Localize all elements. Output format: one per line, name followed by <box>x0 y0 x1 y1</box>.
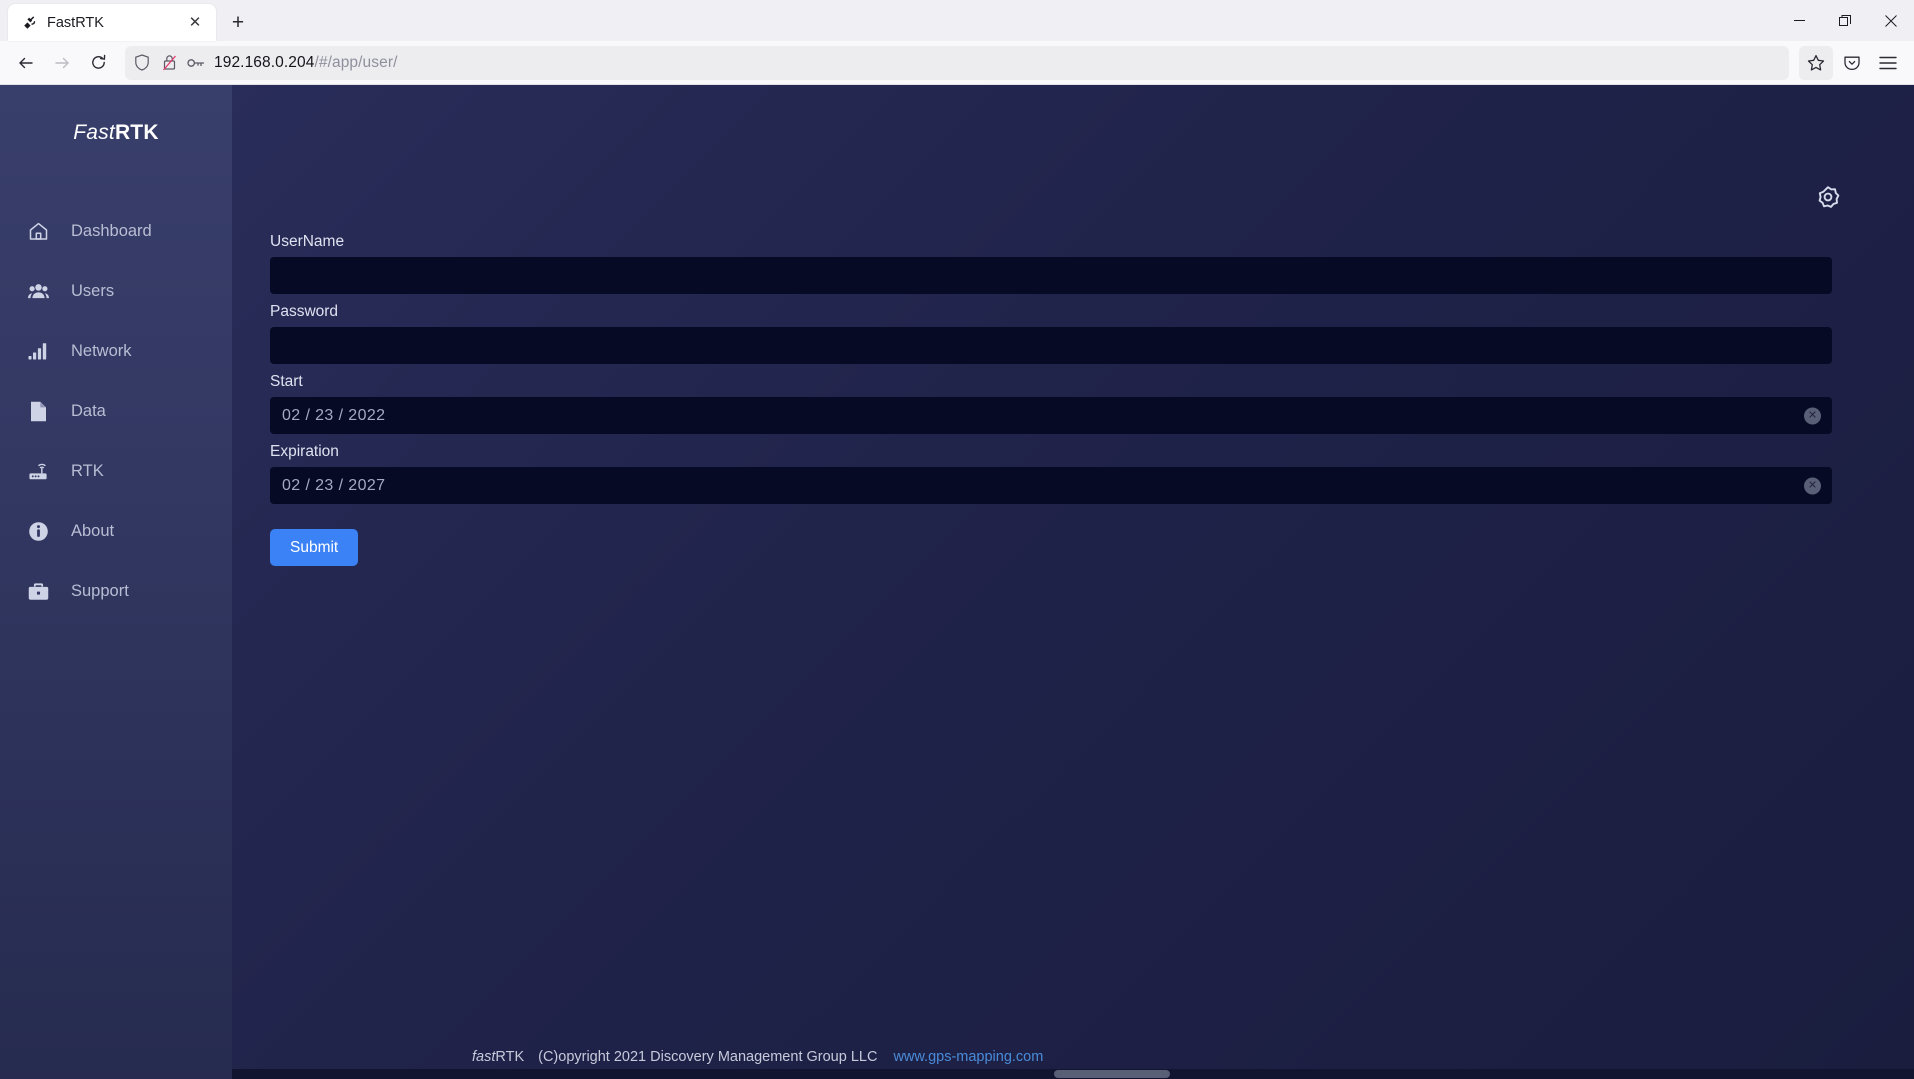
sidebar-item-dashboard[interactable]: Dashboard <box>0 201 232 261</box>
sidebar-item-about[interactable]: About <box>0 501 232 561</box>
footer-copyright: (C)opyright 2021 Discovery Management Gr… <box>538 1049 878 1065</box>
app-logo: FastRTK <box>0 107 232 145</box>
main-content: UserName Password Start 02 / 23 / 2022 ✕… <box>232 85 1914 1079</box>
sidebar-item-data[interactable]: Data <box>0 381 232 441</box>
browser-window: FastRTK ✕ + 192.168.0.204/#/app/user/ Fa… <box>0 0 1914 1079</box>
sidebar-item-label: Network <box>71 341 132 360</box>
sidebar-item-label: Users <box>71 281 115 300</box>
hamburger-menu-icon[interactable] <box>1871 46 1905 80</box>
broken-lock-icon[interactable] <box>160 54 178 72</box>
window-controls <box>1776 0 1914 41</box>
info-circle-icon <box>28 521 49 542</box>
browser-tab[interactable]: FastRTK ✕ <box>8 4 216 41</box>
expiration-date-value: 02 / 23 / 2027 <box>282 476 386 494</box>
sidebar-item-label: RTK <box>71 461 104 480</box>
users-icon <box>28 281 49 302</box>
footer-link[interactable]: www.gps-mapping.com <box>893 1049 1043 1065</box>
sidebar-item-label: Data <box>71 401 106 420</box>
url-text[interactable]: 192.168.0.204/#/app/user/ <box>214 54 1781 72</box>
star-icon[interactable] <box>1799 45 1833 80</box>
sidebar-item-label: Dashboard <box>71 221 152 240</box>
sidebar-item-rtk[interactable]: RTK <box>0 441 232 501</box>
logo-part-1: Fast <box>73 121 115 144</box>
satellite-icon <box>22 15 38 31</box>
footer-brand-italic: fast <box>472 1049 496 1065</box>
logo-part-2: RTK <box>114 121 159 144</box>
start-date-value: 02 / 23 / 2022 <box>282 406 386 424</box>
tab-title: FastRTK <box>47 14 104 31</box>
scrollbar-thumb[interactable] <box>1054 1070 1170 1078</box>
expiration-label: Expiration <box>270 443 339 460</box>
new-tab-button[interactable]: + <box>221 5 255 39</box>
sidebar-item-network[interactable]: Network <box>0 321 232 381</box>
key-icon[interactable] <box>187 54 205 72</box>
username-label: UserName <box>270 233 345 250</box>
url-host: 192.168.0.204 <box>214 53 315 71</box>
start-label: Start <box>270 373 303 390</box>
fastrtk-app: FastRTK Dashboard Users Network Data RTK… <box>0 85 1914 1079</box>
expiration-date-input[interactable]: 02 / 23 / 2027 ✕ <box>270 467 1832 504</box>
user-form: UserName Password Start 02 / 23 / 2022 ✕… <box>240 233 1862 566</box>
restore-button[interactable] <box>1822 0 1868 41</box>
password-label: Password <box>270 303 339 320</box>
clear-circle-icon[interactable]: ✕ <box>1804 477 1821 494</box>
sidebar-nav: Dashboard Users Network Data RTK About S… <box>0 201 232 621</box>
sidebar-item-users[interactable]: Users <box>0 261 232 321</box>
url-path: /#/app/user/ <box>314 53 398 71</box>
footer-brand-rest: RTK <box>495 1049 525 1065</box>
submit-button[interactable]: Submit <box>270 529 359 566</box>
close-button[interactable] <box>1868 0 1914 41</box>
horizontal-scrollbar[interactable] <box>232 1069 1914 1079</box>
clear-circle-icon[interactable]: ✕ <box>1804 407 1821 424</box>
forward-icon <box>45 46 79 80</box>
gear-icon[interactable] <box>1814 183 1842 211</box>
sidebar-item-label: About <box>71 521 115 540</box>
sidebar-item-label: Support <box>71 581 129 600</box>
password-input[interactable] <box>270 327 1832 364</box>
url-bar[interactable]: 192.168.0.204/#/app/user/ <box>125 45 1789 80</box>
sidebar: FastRTK Dashboard Users Network Data RTK… <box>0 85 232 1079</box>
file-icon <box>28 401 49 422</box>
tab-strip: FastRTK ✕ + <box>0 0 1914 41</box>
shield-icon[interactable] <box>133 54 151 72</box>
pocket-icon[interactable] <box>1835 46 1869 80</box>
sidebar-item-support[interactable]: Support <box>0 561 232 621</box>
minimize-button[interactable] <box>1776 0 1822 41</box>
toolbar-right <box>1799 45 1905 80</box>
router-icon <box>28 461 49 482</box>
username-input[interactable] <box>270 257 1832 294</box>
start-date-input[interactable]: 02 / 23 / 2022 ✕ <box>270 397 1832 434</box>
navigation-toolbar: 192.168.0.204/#/app/user/ <box>0 41 1914 85</box>
footer: fast RTK (C)opyright 2021 Discovery Manag… <box>232 1049 1914 1065</box>
close-icon[interactable]: ✕ <box>184 12 206 34</box>
signal-bars-icon <box>28 341 49 362</box>
reload-icon[interactable] <box>81 46 115 80</box>
back-icon[interactable] <box>9 46 43 80</box>
home-icon <box>28 221 49 242</box>
briefcase-icon <box>28 581 49 602</box>
